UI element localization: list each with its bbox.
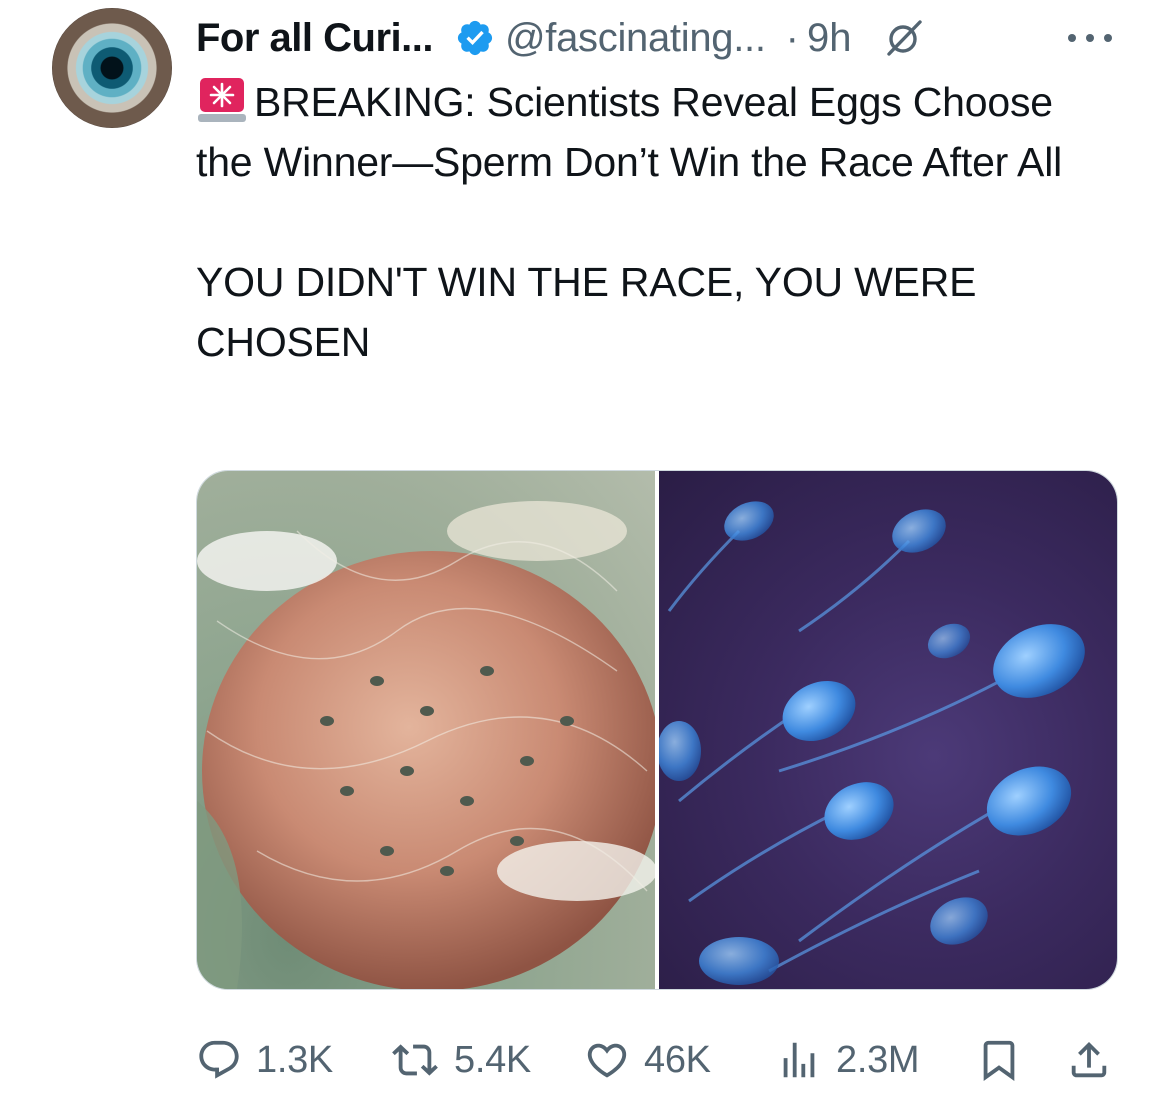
view-count: 2.3M xyxy=(836,1038,920,1081)
reply-count: 1.3K xyxy=(256,1038,333,1081)
media-grid xyxy=(196,470,1118,990)
grok-icon[interactable] xyxy=(882,16,926,60)
timestamp[interactable]: 9h xyxy=(807,16,852,61)
separator-dot: · xyxy=(785,15,799,60)
verified-badge-icon[interactable] xyxy=(455,18,495,58)
views-button[interactable]: 2.3M xyxy=(776,1030,920,1090)
action-bar: 1.3K 5.4K 46K 2.3M xyxy=(196,1030,1116,1090)
heart-icon xyxy=(587,1043,627,1078)
reply-button[interactable]: 1.3K xyxy=(196,1030,333,1090)
share-button[interactable] xyxy=(1066,1030,1112,1090)
author-name[interactable]: For all Curi... xyxy=(196,16,433,61)
tweet-text-line-1: BREAKING: Scientists Reveal Eggs Choose … xyxy=(196,79,1063,185)
like-count: 46K xyxy=(644,1038,711,1081)
author-handle[interactable]: @fascinating... xyxy=(505,16,766,61)
tweet-header: For all Curi... @fascinating... · 9h xyxy=(196,10,926,66)
police-siren-icon xyxy=(196,74,248,126)
repost-button[interactable]: 5.4K xyxy=(390,1030,531,1090)
repost-icon xyxy=(392,1044,438,1076)
views-chart-icon xyxy=(783,1042,815,1078)
bookmark-button[interactable] xyxy=(976,1030,1022,1090)
tweet-text-line-2: YOU DIDN'T WIN THE RACE, YOU WERE CHOSEN xyxy=(196,259,977,365)
more-options-icon[interactable] xyxy=(1064,28,1118,48)
share-icon xyxy=(1071,1041,1107,1078)
egg-fertilization-image[interactable] xyxy=(197,471,655,989)
tweet-text: BREAKING: Scientists Reveal Eggs Choose … xyxy=(196,72,1116,372)
like-button[interactable]: 46K xyxy=(584,1030,711,1090)
repost-count: 5.4K xyxy=(454,1038,531,1081)
sperm-cells-image[interactable] xyxy=(659,471,1117,989)
bookmark-icon xyxy=(983,1040,1015,1081)
avatar[interactable] xyxy=(52,8,172,128)
tweet-paragraph-1: BREAKING: Scientists Reveal Eggs Choose … xyxy=(196,72,1116,192)
reply-icon xyxy=(199,1040,239,1079)
